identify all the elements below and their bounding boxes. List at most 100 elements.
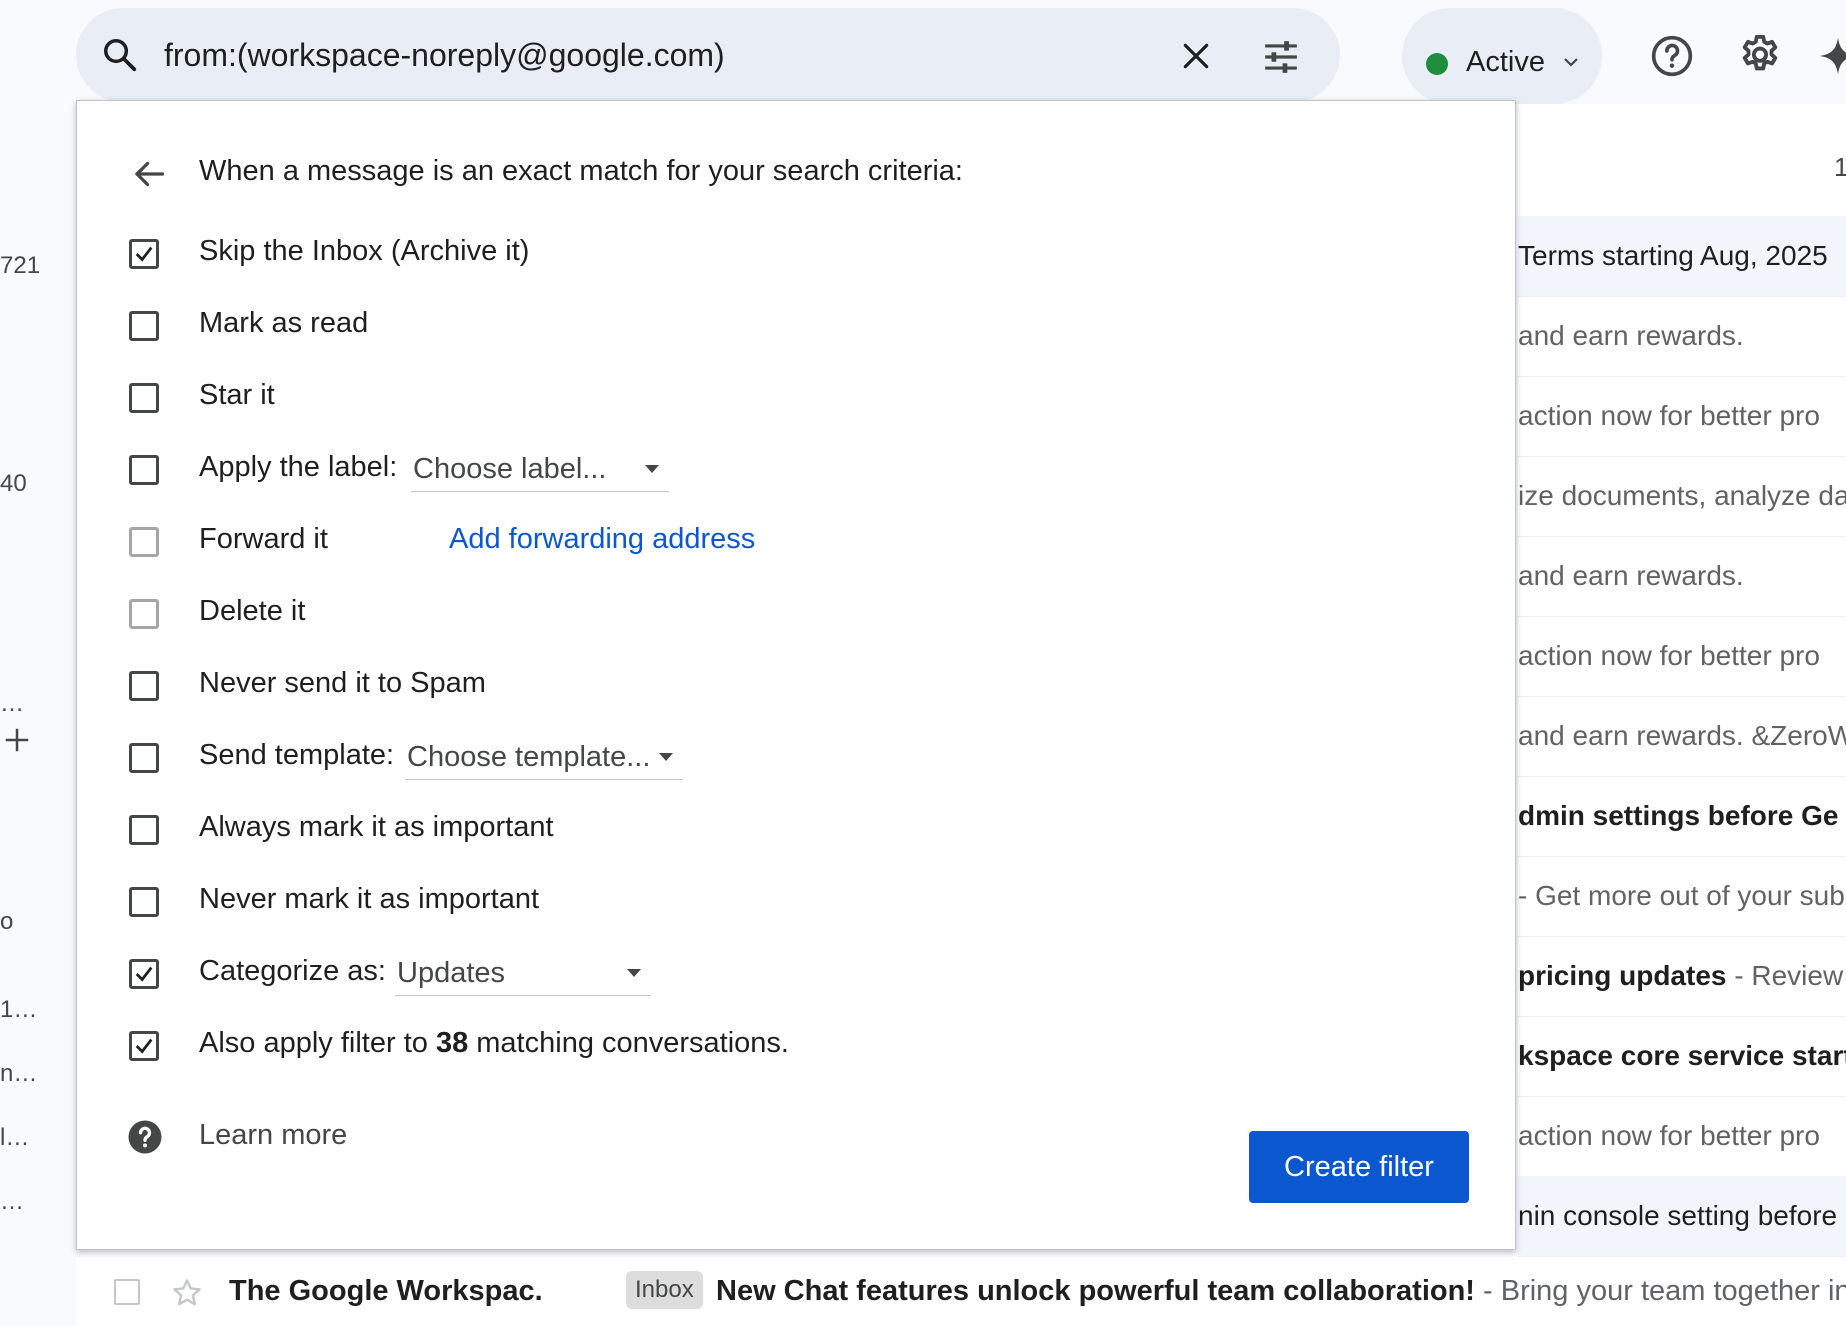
mail-row[interactable]: Terms starting Aug, 2025 xyxy=(1518,216,1846,297)
mail-row-text: and earn rewards. xyxy=(1518,320,1744,351)
option-never-important: Never mark it as important xyxy=(129,879,1429,923)
gear-icon[interactable] xyxy=(1737,33,1783,79)
mail-row-text: and earn rewards. &ZeroW xyxy=(1518,720,1846,751)
option-label: Apply the label: xyxy=(199,451,398,483)
mail-row-text: and earn rewards. xyxy=(1518,560,1744,591)
sparkle-icon[interactable] xyxy=(1818,34,1846,78)
mail-row-snippet: - Review xyxy=(1726,960,1844,991)
mail-row-text: ize documents, analyze da xyxy=(1518,480,1846,511)
option-apply-label: Apply the label: Choose label... xyxy=(129,447,1429,492)
help-icon[interactable] xyxy=(1650,34,1694,78)
dropdown-value: Updates xyxy=(397,957,506,989)
option-mark-read: Mark as read xyxy=(129,303,1429,347)
search-bar xyxy=(76,8,1340,102)
dropdown-value: Choose label... xyxy=(413,453,607,485)
chevron-down-icon xyxy=(1564,58,1578,67)
never-important-checkbox[interactable] xyxy=(129,887,159,917)
learn-more-link[interactable]: Learn more xyxy=(199,1119,347,1152)
apply-label-checkbox[interactable] xyxy=(129,455,159,485)
mail-row[interactable]: and earn rewards. &ZeroW xyxy=(1518,696,1846,777)
checkmark-icon xyxy=(135,1038,153,1054)
label-prefix: Also apply filter to xyxy=(199,1027,436,1059)
mail-row-text: dmin settings before Ge xyxy=(1518,800,1839,831)
close-icon[interactable] xyxy=(1180,40,1212,72)
create-filter-button[interactable]: Create filter xyxy=(1249,1131,1469,1203)
page-count: 1 xyxy=(1834,152,1846,182)
delete-it-checkbox[interactable] xyxy=(129,599,159,629)
mail-row[interactable]: ize documents, analyze da xyxy=(1518,456,1846,537)
row-checkbox[interactable] xyxy=(114,1279,140,1305)
option-label: Never send it to Spam xyxy=(199,667,486,699)
dialog-header: When a message is an exact match for you… xyxy=(199,155,963,187)
mail-row[interactable]: kspace core service start xyxy=(1518,1016,1846,1097)
status-label: Active xyxy=(1466,46,1545,78)
mail-row[interactable]: action now for better pro xyxy=(1518,376,1846,457)
mail-row[interactable]: - Get more out of your sub xyxy=(1518,856,1846,937)
add-forwarding-address-link[interactable]: Add forwarding address xyxy=(449,523,755,556)
mail-row[interactable]: dmin settings before Ge xyxy=(1518,776,1846,857)
caret-down-icon xyxy=(645,465,659,473)
left-rail-item[interactable]: 1… xyxy=(0,996,37,1024)
plus-icon[interactable] xyxy=(2,725,32,755)
categorize-checkbox[interactable] xyxy=(129,959,159,989)
option-label: Skip the Inbox (Archive it) xyxy=(199,235,530,267)
help-icon[interactable] xyxy=(127,1119,163,1155)
mail-row-text: action now for better pro xyxy=(1518,640,1820,671)
star-icon[interactable] xyxy=(171,1277,203,1309)
mail-row[interactable]: and earn rewards. xyxy=(1518,536,1846,617)
mail-row-subject: pricing updates xyxy=(1518,960,1727,991)
choose-label-dropdown[interactable]: Choose label... xyxy=(411,447,669,492)
mail-row[interactable]: The Google Workspac. Inbox New Chat feat… xyxy=(76,1257,1846,1326)
send-template-checkbox[interactable] xyxy=(129,743,159,773)
choose-template-dropdown[interactable]: Choose template... xyxy=(405,735,683,780)
mail-snippet: - Bring your team together in xyxy=(1474,1275,1846,1307)
option-label: Categorize as: xyxy=(199,955,386,987)
status-selector[interactable]: Active xyxy=(1402,8,1602,104)
left-rail-count: 721 xyxy=(0,252,41,279)
option-star-it: Star it xyxy=(129,375,1429,419)
checkmark-icon xyxy=(135,966,153,982)
left-rail-item[interactable]: … xyxy=(0,690,24,718)
mail-row[interactable]: action now for better pro xyxy=(1518,1096,1846,1177)
always-important-checkbox[interactable] xyxy=(129,815,159,845)
left-rail-item[interactable]: l… xyxy=(0,1124,29,1152)
left-rail-item[interactable]: n… xyxy=(0,1060,37,1088)
left-rail-item[interactable]: o xyxy=(0,908,13,936)
option-categorize: Categorize as: Updates xyxy=(129,951,1429,996)
option-label: Forward it xyxy=(199,523,328,555)
label-suffix: matching conversations. xyxy=(468,1027,789,1059)
mail-subject: New Chat features unlock powerful team c… xyxy=(716,1275,1846,1308)
mail-sender: The Google Workspac. xyxy=(229,1275,543,1307)
back-arrow-icon[interactable] xyxy=(131,156,167,192)
option-delete-it: Delete it xyxy=(129,591,1429,635)
mail-row[interactable]: nin console setting before xyxy=(1518,1176,1846,1257)
create-filter-dialog: When a message is an exact match for you… xyxy=(76,100,1516,1250)
skip-inbox-checkbox[interactable] xyxy=(129,239,159,269)
forward-it-checkbox[interactable] xyxy=(129,527,159,557)
search-icon[interactable] xyxy=(101,36,139,74)
left-rail-count: 40 xyxy=(0,470,27,497)
option-label: Mark as read xyxy=(199,307,369,339)
mail-row-text: kspace core service start xyxy=(1518,1040,1846,1071)
mail-row[interactable]: pricing updates - Review xyxy=(1518,936,1846,1017)
option-always-important: Always mark it as important xyxy=(129,807,1429,851)
mail-row[interactable]: and earn rewards. xyxy=(1518,296,1846,377)
search-input[interactable] xyxy=(164,28,1164,82)
star-it-checkbox[interactable] xyxy=(129,383,159,413)
option-label: Star it xyxy=(199,379,275,411)
left-rail-item[interactable]: … xyxy=(0,1188,24,1216)
never-spam-checkbox[interactable] xyxy=(129,671,159,701)
mark-read-checkbox[interactable] xyxy=(129,311,159,341)
category-dropdown[interactable]: Updates xyxy=(395,951,651,996)
mail-row[interactable]: action now for better pro xyxy=(1518,616,1846,697)
dropdown-value: Choose template... xyxy=(407,741,651,773)
apply-existing-checkbox[interactable] xyxy=(129,1031,159,1061)
status-dot xyxy=(1426,53,1448,75)
caret-down-icon xyxy=(659,753,673,761)
option-label: Also apply filter to 38 matching convers… xyxy=(199,1027,789,1060)
option-never-spam: Never send it to Spam xyxy=(129,663,1429,707)
search-options-icon[interactable] xyxy=(1262,38,1300,76)
option-apply-existing: Also apply filter to 38 matching convers… xyxy=(129,1023,1429,1067)
option-label: Delete it xyxy=(199,595,306,627)
caret-down-icon xyxy=(627,969,641,977)
